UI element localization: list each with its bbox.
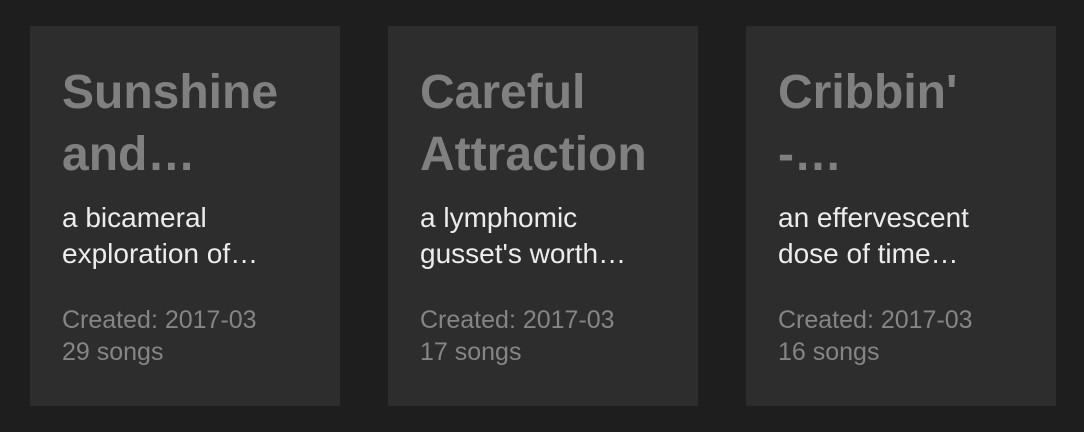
playlist-description: a bicameral exploration of [62, 200, 308, 272]
playlist-meta: Created: 2017-03 16 songs [778, 304, 1024, 368]
playlist-description-line: exploration of [62, 236, 308, 272]
playlist-description-line: dose of time [778, 236, 1024, 272]
playlist-title-line: and [62, 124, 308, 186]
playlist-song-count: 16 songs [778, 338, 880, 366]
playlist-card[interactable]: Sunshine and a bicameral exploration of … [30, 26, 340, 406]
playlist-title: Careful Attraction [420, 62, 666, 186]
playlist-card[interactable]: Careful Attraction a lymphomic gusset's … [388, 26, 698, 406]
playlist-description-line: a lymphomic [420, 202, 578, 233]
playlist-created-date: Created: 2017-03 [62, 306, 257, 334]
playlist-meta: Created: 2017-03 29 songs [62, 304, 308, 368]
playlist-title-line: Cribbin' [778, 66, 958, 119]
playlist-description: a lymphomic gusset's worth [420, 200, 666, 272]
playlist-title-line: - [778, 124, 1024, 186]
playlist-meta: Created: 2017-03 17 songs [420, 304, 666, 368]
playlist-song-count: 17 songs [420, 338, 522, 366]
playlist-title-line: Careful [420, 66, 586, 119]
playlist-title-line: Attraction [420, 128, 647, 181]
playlist-created-date: Created: 2017-03 [420, 306, 615, 334]
playlist-description-line: an effervescent [778, 202, 969, 233]
playlist-title-line: Sunshine [62, 66, 279, 119]
playlist-title: Cribbin' - [778, 62, 1024, 186]
playlist-description-line: a bicameral [62, 202, 207, 233]
playlist-grid: Sunshine and a bicameral exploration of … [0, 0, 1084, 432]
playlist-title: Sunshine and [62, 62, 308, 186]
playlist-song-count: 29 songs [62, 338, 164, 366]
playlist-created-date: Created: 2017-03 [778, 306, 973, 334]
playlist-card[interactable]: Cribbin' - an effervescent dose of time … [746, 26, 1056, 406]
playlist-description-line: gusset's worth [420, 236, 666, 272]
playlist-description: an effervescent dose of time [778, 200, 1024, 272]
